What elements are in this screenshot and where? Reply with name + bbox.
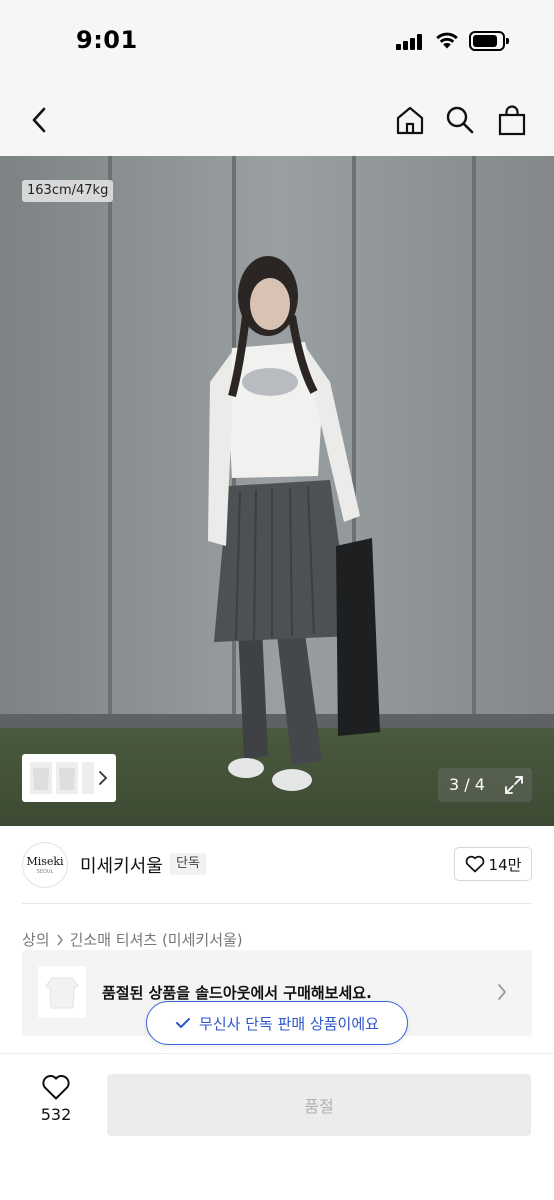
chevron-right-icon [57,934,63,945]
chevron-right-icon [99,771,108,785]
brand-name[interactable]: 미세키서울 [80,852,163,878]
brand-logo-text: Miseki [26,855,64,868]
brand-like-count: 14만 [488,855,522,874]
tshirt-thumbnail [45,977,79,1009]
expand-button[interactable] [496,768,532,802]
breadcrumb-subcategory[interactable]: 긴소매 티셔츠 (미세키서울) [70,929,243,950]
cellular-signal-icon [396,34,424,50]
product-image-carousel[interactable]: 163cm/47kg 3 / 4 [0,156,554,826]
model-size-tag: 163cm/47kg [22,180,114,202]
wifi-icon [436,32,458,49]
chevron-right-icon [498,984,507,1000]
brand-row: Miseki SEOUL 미세키서울 단독 14만 [0,826,554,904]
brand-like-button[interactable]: 14만 [454,847,532,881]
image-counter: 3 / 4 [438,768,496,802]
wishlist-button[interactable]: 532 [30,1074,82,1134]
soldout-banner-text: 품절된 상품을 솔드아웃에서 구매해보세요. [102,984,372,1002]
check-icon [176,1018,191,1028]
battery-level [473,35,497,47]
toast-text: 무신사 단독 판매 상품이에요 [199,1014,379,1033]
wishlist-count: 532 [40,1105,72,1124]
divider [22,903,532,904]
search-icon [446,106,474,134]
exclusive-toast: 무신사 단독 판매 상품이에요 [146,1001,408,1045]
breadcrumb: 상의 긴소매 티셔츠 (미세키서울) [22,929,243,950]
brand-logo-subtext: SEOUL [36,869,54,875]
heart-icon [465,855,484,873]
exclusive-badge: 단독 [170,853,206,875]
home-icon [396,106,424,135]
home-button[interactable] [388,98,432,142]
breadcrumb-category[interactable]: 상의 [22,929,50,950]
cart-button[interactable] [490,98,534,142]
thumbnail-strip-button[interactable] [22,754,116,802]
top-navigation [0,84,554,156]
product-photo [0,156,554,826]
search-button[interactable] [438,98,482,142]
chevron-left-icon [32,107,46,133]
status-bar: 9:01 [0,0,554,84]
soldout-buy-button[interactable]: 품절 [107,1074,531,1136]
shopping-bag-icon [498,105,526,136]
battery-icon [469,31,509,51]
status-time: 9:01 [76,26,138,54]
bottom-action-bar: 532 품절 [0,1053,554,1200]
heart-icon [42,1075,70,1100]
expand-icon [505,776,523,794]
brand-logo[interactable]: Miseki SEOUL [22,842,68,888]
back-button[interactable] [18,98,62,142]
banner-product-thumbnail [38,966,86,1018]
